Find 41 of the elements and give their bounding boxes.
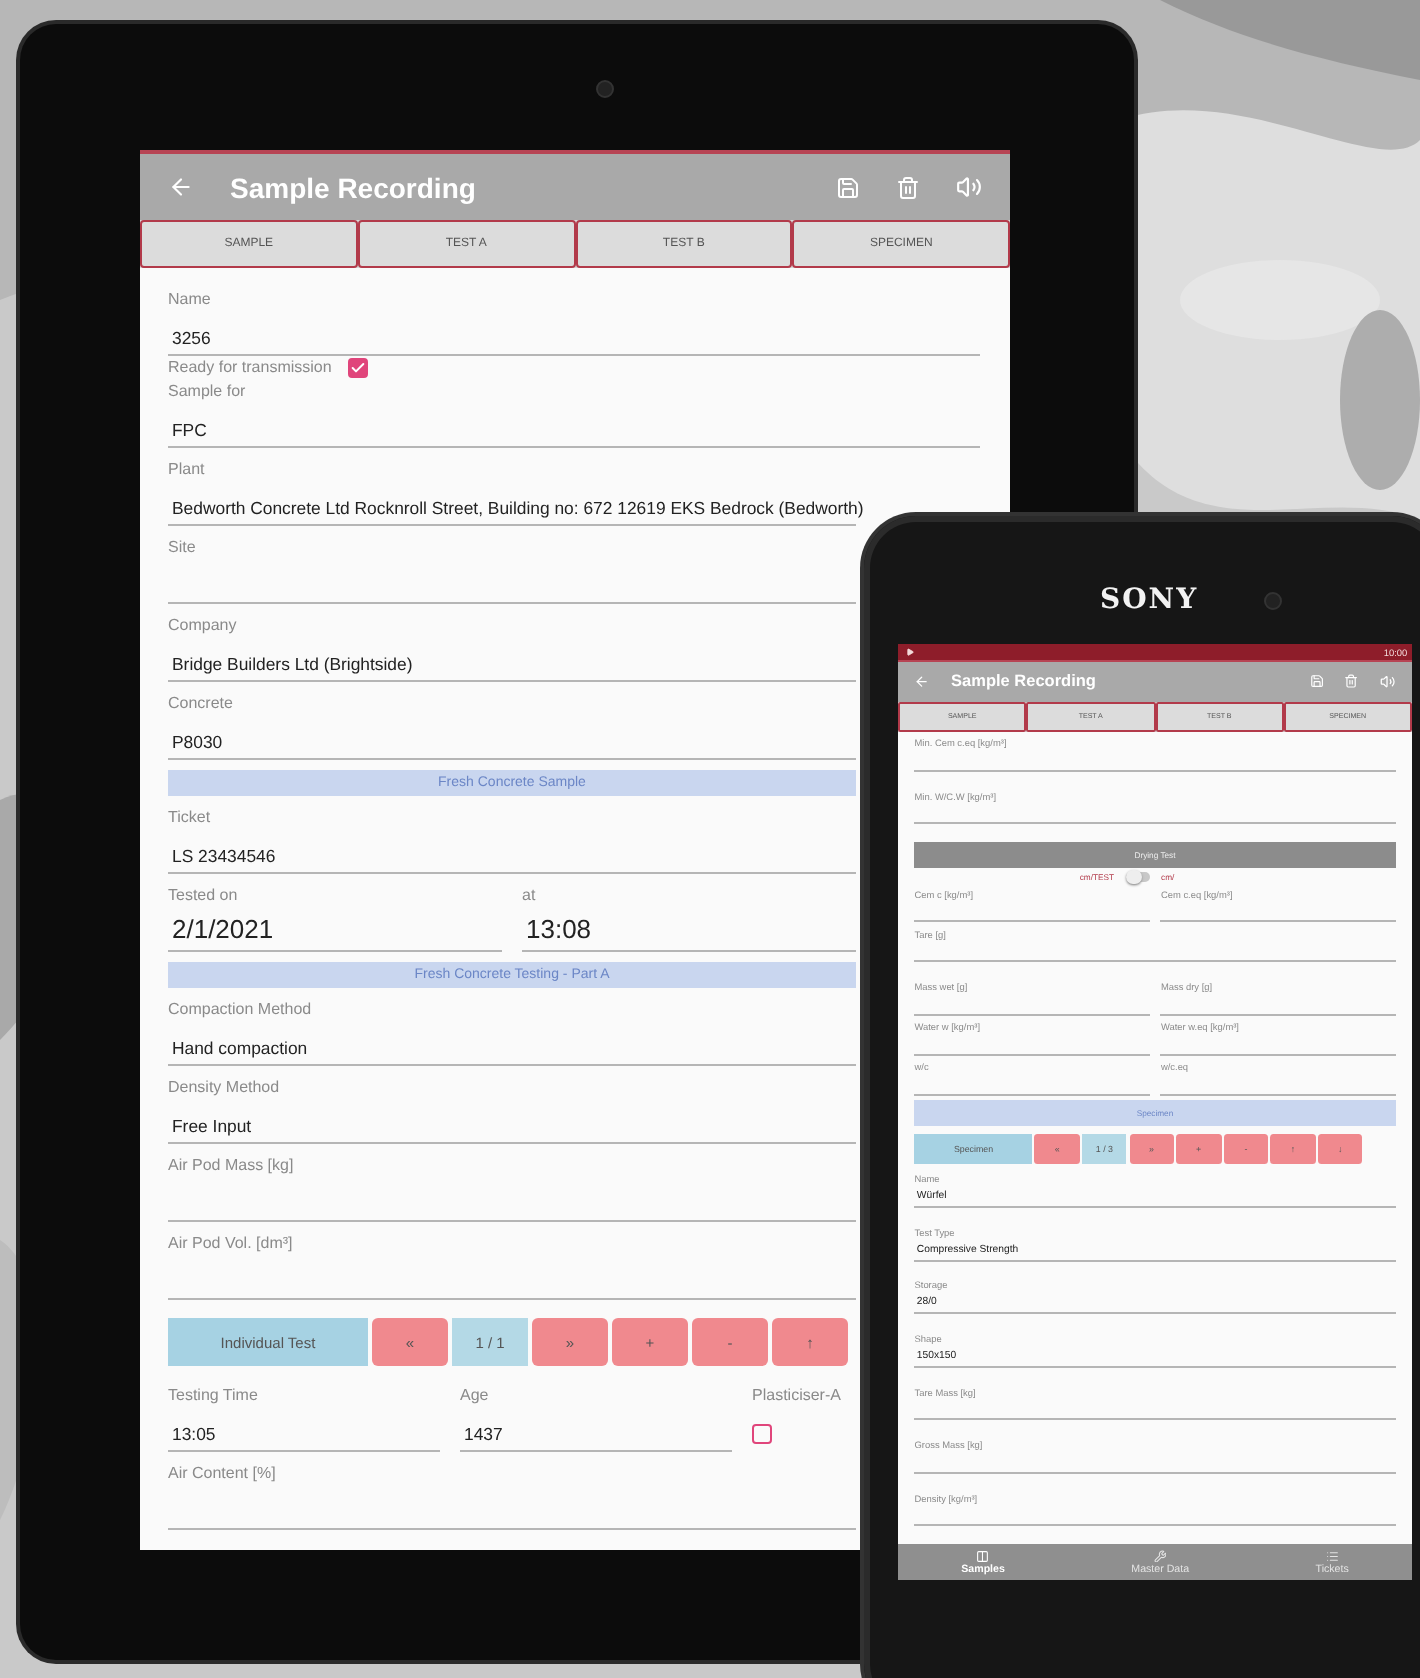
toggle-switch[interactable]	[1125, 871, 1150, 883]
input-field[interactable]: LS 23434546	[168, 830, 856, 874]
field-label: Ticket	[168, 806, 213, 830]
camera-icon	[1264, 592, 1282, 610]
camera-icon	[596, 80, 614, 98]
input-field[interactable]: 3256	[168, 312, 980, 356]
field-label: Plant	[168, 458, 207, 482]
input-field[interactable]: 1437	[460, 1408, 732, 1452]
field-label: Company	[168, 614, 239, 638]
checkbox-label: Ready for transmission	[168, 356, 332, 380]
field-label: Air Pod Mass [kg]	[168, 1154, 296, 1178]
checkbox-label: Plasticiser-A	[752, 1384, 843, 1408]
back-icon[interactable]	[168, 174, 194, 200]
field-label: Air Pod Vol. [dm³]	[168, 1232, 295, 1256]
field-label: Age	[460, 1384, 491, 1408]
screen-title: Sample Recording	[230, 171, 478, 203]
play-icon	[905, 648, 914, 657]
field-label: Site	[168, 536, 198, 560]
save-icon[interactable]	[836, 175, 860, 199]
field-label: Name	[168, 288, 213, 312]
input-field[interactable]: FPC	[168, 404, 980, 448]
trash-icon[interactable]	[896, 175, 920, 199]
checkbox[interactable]	[347, 358, 368, 378]
input-field[interactable]: Hand compaction	[168, 1022, 856, 1066]
checkbox[interactable]	[752, 1424, 772, 1444]
input-field[interactable]: Bridge Builders Ltd (Brightside)	[168, 638, 856, 682]
field-label: Concrete	[168, 692, 235, 716]
field-label: Testing Time	[168, 1384, 260, 1408]
field-label: Density Method	[168, 1076, 282, 1100]
input-field[interactable]: Free Input	[168, 1100, 856, 1144]
input-field[interactable]: 2/1/2021	[168, 908, 502, 952]
field-label: Sample for	[168, 380, 248, 404]
field-label: Compaction Method	[168, 998, 314, 1022]
brand-logo: SONY	[1100, 584, 1199, 616]
field-label: Air Content [%]	[168, 1462, 278, 1486]
field-label: at	[522, 884, 538, 908]
input-field[interactable]: P8030	[168, 716, 856, 760]
input-field[interactable]: 13:05	[168, 1408, 440, 1452]
input-field[interactable]: 13:08	[522, 908, 856, 952]
speaker-icon[interactable]	[956, 174, 982, 200]
field-label: Tested on	[168, 884, 240, 908]
